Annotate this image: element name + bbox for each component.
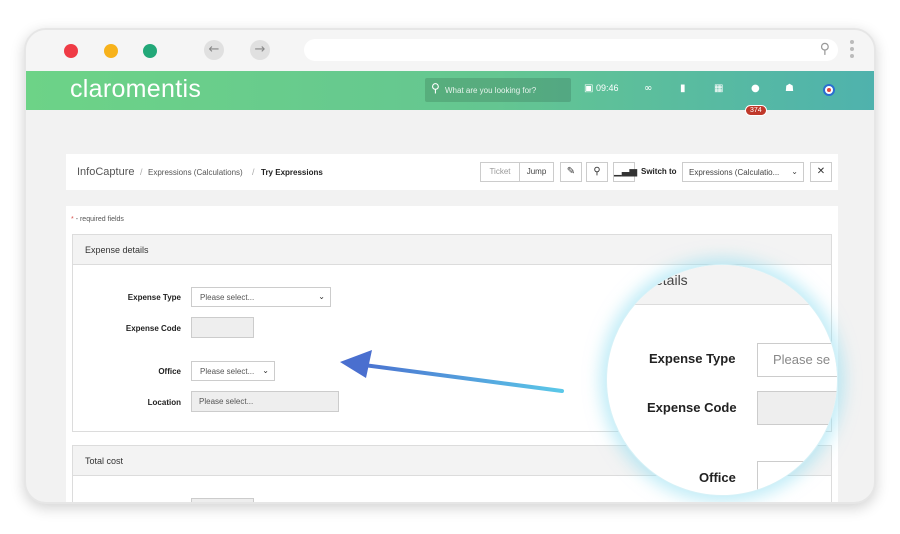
search-icon[interactable]: ⚲ (586, 162, 608, 182)
switch-to-label: Switch to (641, 167, 677, 176)
user-avatar[interactable] (823, 84, 835, 96)
zoom-office-label: Office (699, 470, 736, 485)
breadcrumb-separator: / (140, 167, 143, 177)
people-icon[interactable]: ☗ (785, 83, 794, 94)
ticket-input[interactable]: Ticket (480, 162, 520, 182)
expense-type-value: Please select... (200, 293, 255, 302)
expense-type-label: Expense Type (127, 293, 181, 302)
global-search-input[interactable] (445, 82, 567, 98)
location-field[interactable]: Please select... (191, 391, 339, 412)
page-toolbar: InfoCapture / Expressions (Calculations)… (66, 154, 838, 190)
kebab-menu-icon[interactable] (850, 40, 854, 61)
zoom-magnifier: etails Expense Type Please se Expense Co… (606, 264, 838, 496)
zoom-panel-header: etails (607, 265, 837, 305)
bell-icon[interactable]: ● (751, 83, 760, 94)
required-asterisk: * (71, 216, 74, 223)
chart-icon[interactable]: ▁▃▅ (613, 162, 637, 182)
address-bar[interactable]: ⚲ (304, 39, 838, 61)
edit-icon[interactable]: ✎ (560, 162, 582, 182)
switch-to-select[interactable]: Expressions (Calculatio... ⌄ (682, 162, 804, 182)
bookmark-icon[interactable]: ▮ (680, 83, 686, 94)
infinity-icon[interactable]: ∞ (644, 83, 652, 94)
expense-code-field (191, 317, 254, 338)
app-header: claromentis ⚲ ▣ 09:46 ∞ ▮ ▦ ● 374 ☗ (26, 71, 874, 116)
required-note-text: - required fields (75, 216, 124, 223)
global-search[interactable]: ⚲ (425, 78, 571, 102)
maximize-window-dot[interactable] (143, 44, 157, 58)
breadcrumb-middle[interactable]: Expressions (Calculations) (148, 168, 243, 177)
chevron-down-icon: ⌄ (791, 167, 798, 176)
chevron-down-icon: ⌄ (318, 292, 325, 301)
close-window-dot[interactable] (64, 44, 78, 58)
total-cost-field (191, 498, 254, 502)
search-icon: ⚲ (431, 81, 440, 95)
office-label: Office (158, 367, 181, 376)
switch-to-value: Expressions (Calculatio... (689, 168, 780, 177)
apps-grid-icon[interactable]: ▦ (714, 83, 723, 94)
arrow-left-icon[interactable]: ← (204, 40, 224, 60)
zoom-expense-code-field (757, 391, 837, 425)
browser-toolbar: ← → ⚲ (26, 30, 874, 71)
zoom-expense-type-label: Expense Type (649, 351, 736, 366)
office-value: Please select... (200, 367, 255, 376)
breadcrumb-current: Try Expressions (261, 168, 323, 177)
office-select[interactable]: Please select... ⌄ (191, 361, 275, 381)
zoom-office-select (757, 461, 837, 495)
panel-title: Expense details (73, 235, 831, 265)
breadcrumb-root[interactable]: InfoCapture (77, 166, 134, 178)
chevron-down-icon: ⌄ (262, 366, 269, 375)
jump-button[interactable]: Jump (519, 162, 554, 182)
minimize-window-dot[interactable] (104, 44, 118, 58)
browser-window: ← → ⚲ claromentis ⚲ ▣ 09:46 ∞ ▮ ▦ ● 374 … (24, 28, 876, 504)
zoom-header-text: etails (655, 272, 688, 288)
expense-type-select[interactable]: Please select... ⌄ (191, 287, 331, 307)
zoom-expense-type-select: Please se (757, 343, 837, 377)
search-icon: ⚲ (819, 41, 830, 57)
zoom-expense-code-label: Expense Code (647, 400, 737, 415)
expense-code-label: Expense Code (125, 324, 181, 333)
app-logo[interactable]: claromentis (70, 75, 201, 104)
notification-badge: 374 (745, 105, 767, 116)
breadcrumb-separator: / (252, 167, 255, 177)
calendar-icon[interactable]: ▣ (584, 83, 593, 94)
required-note: * - required fields (71, 216, 124, 223)
arrow-right-icon[interactable]: → (250, 40, 270, 60)
callout-arrow-icon (340, 350, 564, 393)
location-label: Location (147, 398, 181, 407)
header-time: 09:46 (596, 83, 619, 93)
tools-icon[interactable]: ✕ (810, 162, 832, 182)
